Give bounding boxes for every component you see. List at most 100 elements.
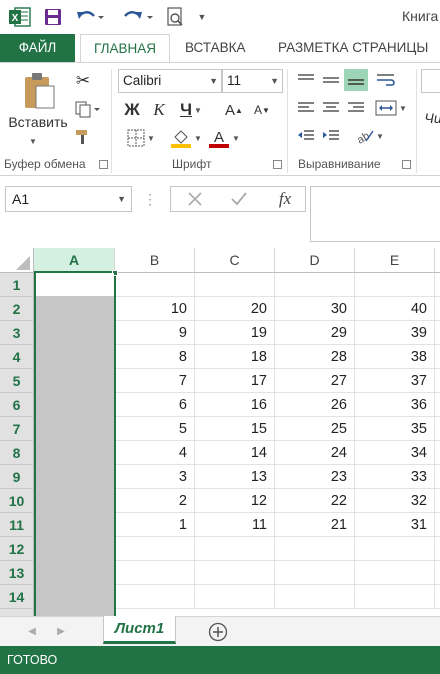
cell-d[interactable]: 26 xyxy=(275,393,355,417)
cell-d[interactable]: 24 xyxy=(275,441,355,465)
cell-d[interactable]: 22 xyxy=(275,489,355,513)
cell-f[interactable] xyxy=(435,273,440,297)
cell-f[interactable] xyxy=(435,345,440,369)
cell-b[interactable]: 8 xyxy=(115,345,195,369)
cell-d[interactable] xyxy=(275,585,355,609)
redo-icon[interactable] xyxy=(119,5,155,29)
cell-c[interactable]: 19 xyxy=(195,321,275,345)
tab-page-layout[interactable]: РАЗМЕТКА СТРАНИЦЫ xyxy=(278,34,428,62)
cell-e[interactable]: 33 xyxy=(355,465,435,489)
align-right-icon[interactable] xyxy=(346,99,366,117)
cell-b[interactable]: 2 xyxy=(115,489,195,513)
cell-d[interactable]: 30 xyxy=(275,297,355,321)
font-color-icon[interactable]: A ▼ xyxy=(206,127,242,149)
column-header-b[interactable]: B xyxy=(115,248,195,273)
tab-file[interactable]: ФАЙЛ xyxy=(0,34,75,62)
row-header[interactable]: 8 xyxy=(0,441,34,465)
cell-e[interactable]: 38 xyxy=(355,345,435,369)
row-header[interactable]: 4 xyxy=(0,345,34,369)
cell-f[interactable] xyxy=(435,585,440,609)
cell-f[interactable] xyxy=(435,489,440,513)
cell-e[interactable]: 40 xyxy=(355,297,435,321)
row-header[interactable]: 13 xyxy=(0,561,34,585)
cell-b[interactable] xyxy=(115,585,195,609)
align-middle-icon[interactable] xyxy=(321,71,341,89)
cell-f[interactable] xyxy=(435,537,440,561)
paste-icon[interactable] xyxy=(18,71,60,111)
sheet-scroll-left-icon[interactable]: ◀ xyxy=(26,623,38,639)
cell-d[interactable] xyxy=(275,273,355,297)
formula-input[interactable] xyxy=(310,186,440,242)
fill-color-icon[interactable]: ▼ xyxy=(168,127,204,149)
align-bottom-icon[interactable] xyxy=(344,69,368,91)
cell-d[interactable]: 27 xyxy=(275,369,355,393)
insert-function-icon[interactable]: fx xyxy=(271,187,299,211)
number-format-combo[interactable] xyxy=(421,69,440,93)
cell-b[interactable] xyxy=(115,537,195,561)
customize-qat-icon[interactable]: ▼ xyxy=(196,5,208,29)
column-header-a[interactable]: A xyxy=(34,248,115,273)
formula-bar-grip-icon[interactable]: ⋮ xyxy=(143,191,157,207)
decrease-font-icon[interactable]: A ▼ xyxy=(252,99,272,121)
cell-a[interactable] xyxy=(34,537,115,561)
cell-f[interactable] xyxy=(435,369,440,393)
cell-c[interactable] xyxy=(195,561,275,585)
cell-c[interactable]: 16 xyxy=(195,393,275,417)
column-header-f[interactable] xyxy=(435,248,440,273)
cell-b[interactable]: 1 xyxy=(115,513,195,537)
cell-c[interactable]: 14 xyxy=(195,441,275,465)
cell-b[interactable] xyxy=(115,561,195,585)
italic-icon[interactable]: К xyxy=(149,99,169,121)
cell-c[interactable] xyxy=(195,273,275,297)
increase-font-icon[interactable]: A ▲ xyxy=(224,99,244,121)
name-box[interactable]: A1 ▼ xyxy=(5,186,132,212)
cell-f[interactable] xyxy=(435,321,440,345)
cell-c[interactable]: 13 xyxy=(195,465,275,489)
cell-e[interactable] xyxy=(355,537,435,561)
clipboard-launcher-icon[interactable] xyxy=(99,160,108,169)
cell-a[interactable] xyxy=(34,489,115,513)
cell-f[interactable] xyxy=(435,513,440,537)
cell-c[interactable]: 15 xyxy=(195,417,275,441)
row-header[interactable]: 9 xyxy=(0,465,34,489)
row-header[interactable]: 1 xyxy=(0,273,34,297)
cell-d[interactable]: 21 xyxy=(275,513,355,537)
cell-a[interactable] xyxy=(34,321,115,345)
row-header[interactable]: 6 xyxy=(0,393,34,417)
print-preview-icon[interactable] xyxy=(164,5,186,29)
cell-f[interactable] xyxy=(435,393,440,417)
font-name-combo[interactable]: Calibri ▼ xyxy=(118,69,222,93)
borders-icon[interactable]: ▼ xyxy=(122,127,160,149)
select-all-corner[interactable] xyxy=(0,248,34,273)
font-launcher-icon[interactable] xyxy=(273,160,282,169)
cell-f[interactable] xyxy=(435,297,440,321)
align-top-icon[interactable] xyxy=(296,71,316,89)
bold-icon[interactable]: Ж xyxy=(122,99,142,121)
cell-f[interactable] xyxy=(435,561,440,585)
cell-a[interactable] xyxy=(34,465,115,489)
cell-f[interactable] xyxy=(435,441,440,465)
cell-a[interactable] xyxy=(34,417,115,441)
cell-c[interactable] xyxy=(195,537,275,561)
align-center-icon[interactable] xyxy=(321,99,341,117)
row-header[interactable]: 2 xyxy=(0,297,34,321)
cell-e[interactable]: 32 xyxy=(355,489,435,513)
cell-f[interactable] xyxy=(435,417,440,441)
confirm-entry-icon[interactable] xyxy=(227,189,251,209)
cell-c[interactable]: 18 xyxy=(195,345,275,369)
column-header-e[interactable]: E xyxy=(355,248,435,273)
cell-a[interactable] xyxy=(34,369,115,393)
cell-b[interactable]: 3 xyxy=(115,465,195,489)
cell-d[interactable]: 29 xyxy=(275,321,355,345)
sheet-scroll-right-icon[interactable]: ▶ xyxy=(55,623,67,639)
cell-d[interactable] xyxy=(275,561,355,585)
cell-b[interactable]: 7 xyxy=(115,369,195,393)
cell-b[interactable]: 9 xyxy=(115,321,195,345)
cell-e[interactable]: 35 xyxy=(355,417,435,441)
cell-c[interactable]: 20 xyxy=(195,297,275,321)
merge-center-icon[interactable]: ▼ xyxy=(372,99,410,117)
row-header[interactable]: 5 xyxy=(0,369,34,393)
align-left-icon[interactable] xyxy=(296,99,316,117)
row-header[interactable]: 7 xyxy=(0,417,34,441)
cell-e[interactable]: 36 xyxy=(355,393,435,417)
